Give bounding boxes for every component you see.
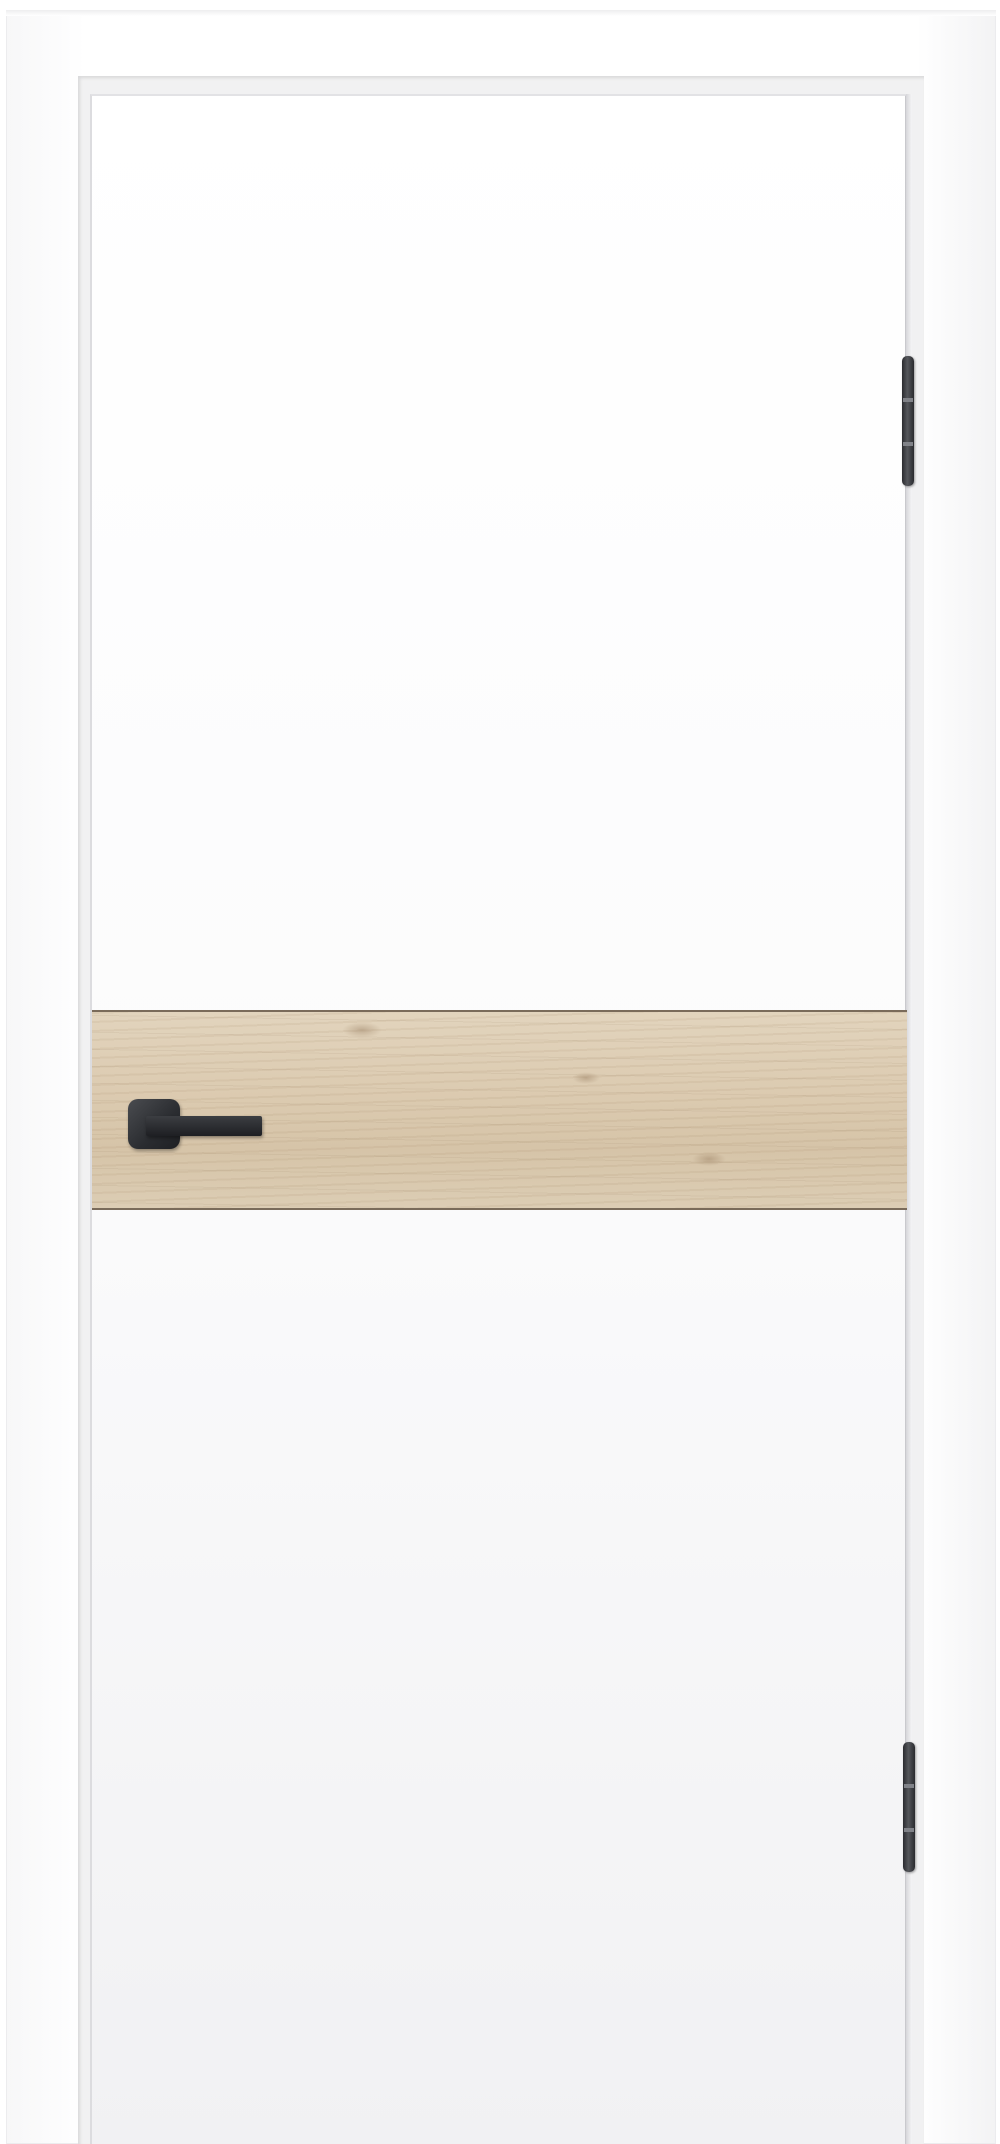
door-scene	[0, 0, 1000, 2144]
frame-top-shadow	[6, 10, 996, 16]
door-handle-lever[interactable]	[146, 1116, 262, 1136]
hinge-knuckle	[903, 442, 913, 446]
hinge-knuckle	[904, 1784, 914, 1788]
wood-insert-stripe	[92, 1010, 907, 1210]
wood-knot	[572, 1072, 600, 1084]
hinge-knuckle	[903, 398, 913, 402]
hinge-icon	[902, 356, 914, 486]
wood-knot	[692, 1152, 726, 1166]
wood-knot	[342, 1022, 382, 1038]
hinge-knuckle	[904, 1828, 914, 1832]
hinge-icon	[903, 1742, 915, 1872]
